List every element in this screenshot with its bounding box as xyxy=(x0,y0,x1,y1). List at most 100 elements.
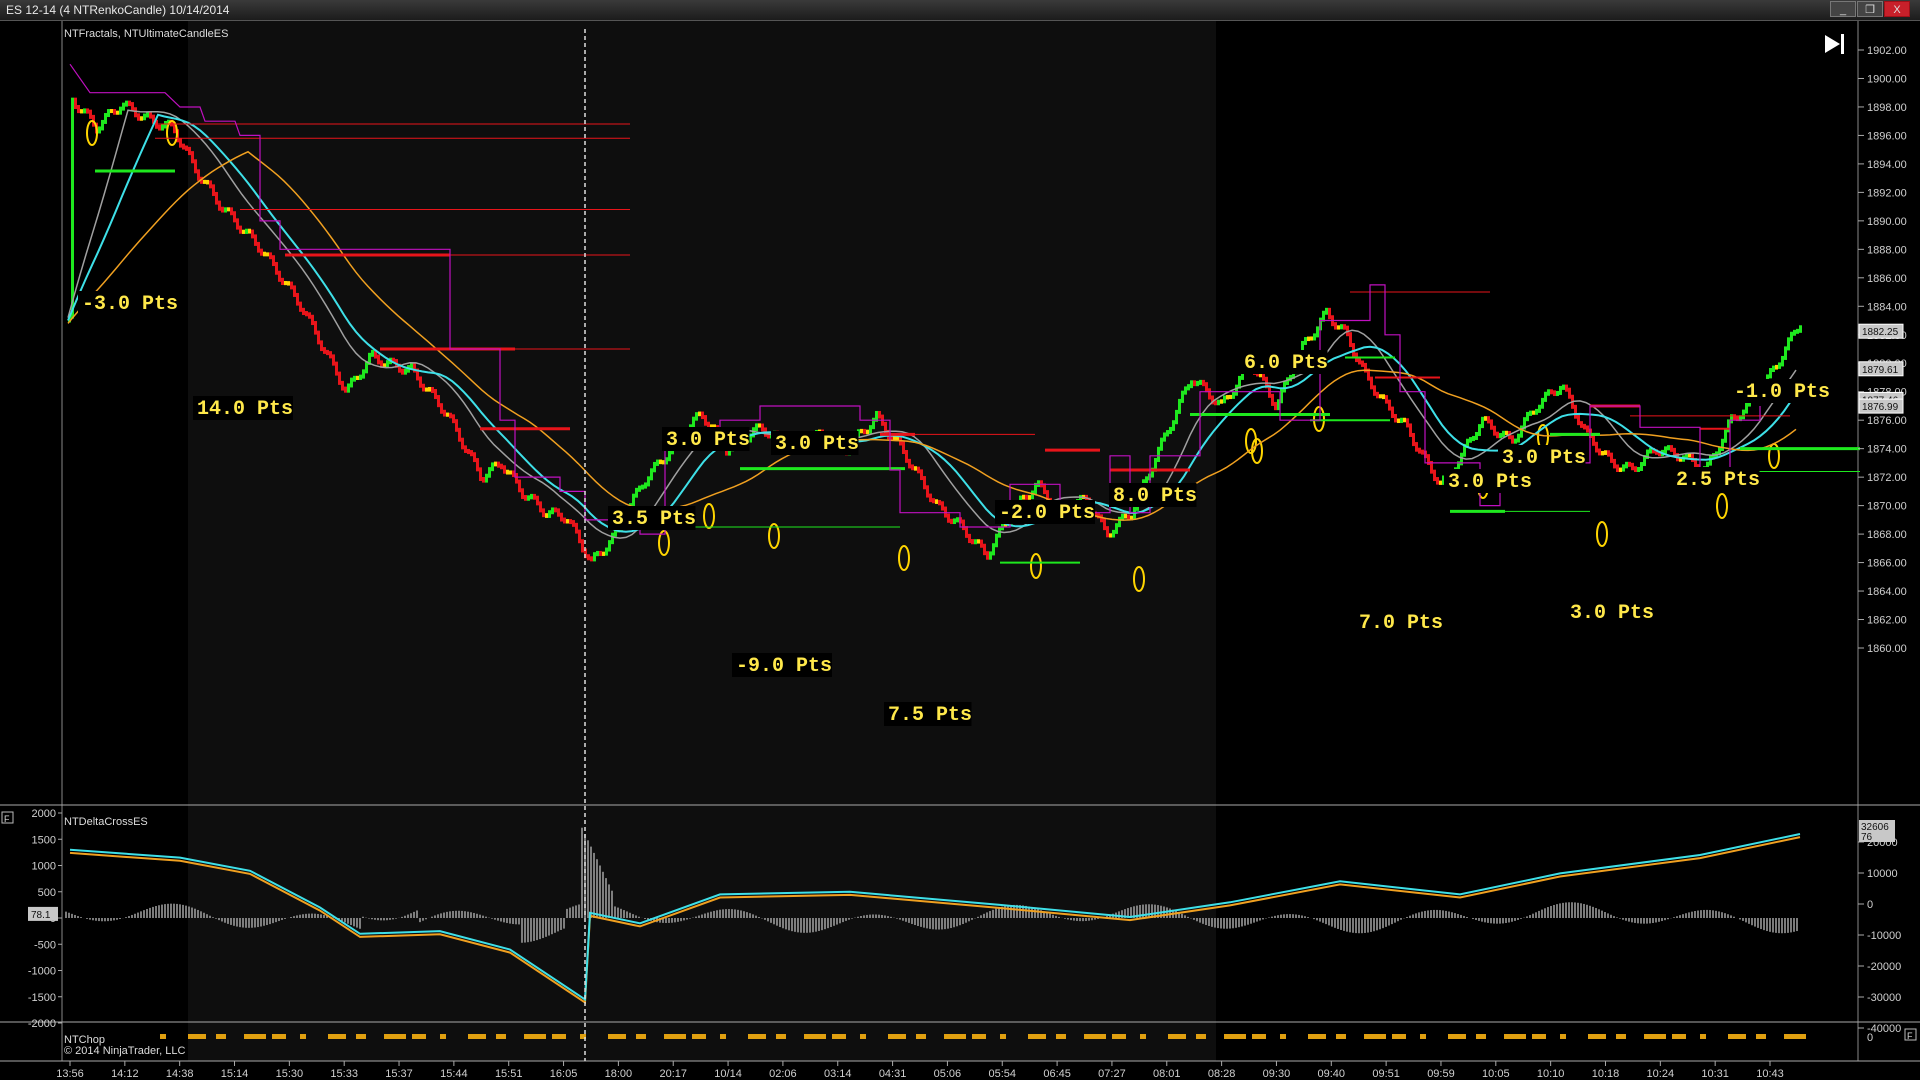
renko-brick xyxy=(932,498,935,504)
renko-brick xyxy=(1775,364,1778,370)
renko-brick xyxy=(485,473,488,483)
renko-brick xyxy=(1625,461,1628,469)
delta-right-tick-label: -20000 xyxy=(1867,961,1901,973)
renko-brick xyxy=(1496,431,1499,439)
renko-brick xyxy=(1502,430,1505,438)
renko-brick xyxy=(1544,391,1547,402)
renko-brick xyxy=(110,109,113,114)
chop-segment xyxy=(720,1034,726,1039)
renko-brick xyxy=(494,461,497,467)
time-tick-label: 10/14 xyxy=(714,1068,742,1080)
chop-segment xyxy=(440,1034,446,1039)
chop-segment xyxy=(832,1034,846,1039)
renko-brick xyxy=(227,207,230,212)
renko-brick xyxy=(1178,398,1181,414)
panel-menu-icon[interactable]: F xyxy=(1904,1028,1917,1041)
renko-brick xyxy=(446,412,449,417)
chop-segment xyxy=(608,1034,626,1039)
renko-brick xyxy=(332,354,335,366)
delta-tick-label: -1500 xyxy=(28,992,56,1004)
chop-segment xyxy=(664,1034,686,1039)
renko-brick xyxy=(920,469,923,481)
chop-segment xyxy=(244,1034,266,1039)
delta-right-tick-label: 10000 xyxy=(1867,868,1898,880)
renko-brick xyxy=(1490,419,1493,430)
renko-brick xyxy=(1397,418,1400,424)
renko-brick xyxy=(482,477,485,483)
renko-brick xyxy=(134,107,137,118)
renko-brick xyxy=(305,311,308,317)
trade-label: 3.5 Pts xyxy=(612,508,696,531)
minimize-button[interactable]: _ xyxy=(1830,1,1856,17)
renko-brick xyxy=(569,519,572,525)
renko-brick xyxy=(479,467,482,482)
delta-panel-title: NTDeltaCrossES xyxy=(64,816,148,828)
window-title: ES 12-14 (4 NTRenkoCandle) 10/14/2014 xyxy=(6,3,230,17)
renko-brick xyxy=(449,412,452,419)
renko-brick xyxy=(956,517,959,523)
time-tick-label: 13:56 xyxy=(56,1068,84,1080)
renko-brick xyxy=(929,493,932,503)
time-tick-label: 10:10 xyxy=(1537,1068,1565,1080)
renko-brick xyxy=(347,383,350,393)
price-tick-label: 1884.00 xyxy=(1867,301,1907,313)
time-tick-label: 15:33 xyxy=(330,1068,358,1080)
renko-brick xyxy=(860,428,863,434)
renko-brick xyxy=(551,507,554,515)
renko-brick xyxy=(1037,480,1040,487)
renko-brick xyxy=(1304,337,1307,345)
chop-segment xyxy=(1504,1034,1526,1039)
renko-brick xyxy=(1196,380,1199,387)
renko-brick xyxy=(284,280,287,286)
renko-brick xyxy=(1334,322,1337,330)
renko-brick xyxy=(1601,450,1604,456)
chop-segment xyxy=(1588,1034,1606,1039)
renko-brick xyxy=(644,482,647,489)
renko-brick xyxy=(119,106,122,115)
renko-brick xyxy=(1724,428,1727,443)
renko-brick xyxy=(521,488,524,500)
renko-brick xyxy=(1514,438,1517,444)
renko-brick xyxy=(542,508,545,518)
window-titlebar: ES 12-14 (4 NTRenkoCandle) 10/14/2014 _ … xyxy=(0,0,1920,21)
renko-brick xyxy=(1328,307,1331,320)
renko-brick xyxy=(1622,464,1625,472)
renko-brick xyxy=(281,277,284,285)
renko-brick xyxy=(1361,360,1364,367)
chop-segment xyxy=(1252,1034,1266,1039)
chop-segment xyxy=(1336,1034,1346,1039)
close-button[interactable]: X xyxy=(1884,1,1910,17)
time-tick-label: 06:45 xyxy=(1043,1068,1071,1080)
trade-label: 3.0 Pts xyxy=(775,433,859,456)
renko-brick xyxy=(944,506,947,518)
renko-brick xyxy=(188,146,191,156)
renko-brick xyxy=(602,551,605,556)
renko-brick xyxy=(554,507,557,513)
delta-left-marker-label: 78.1 xyxy=(31,910,51,921)
renko-brick xyxy=(1664,446,1667,454)
chop-segment xyxy=(1672,1034,1686,1039)
chop-segment xyxy=(692,1034,706,1039)
price-tick-label: 1876.00 xyxy=(1867,415,1907,427)
renko-brick xyxy=(434,389,437,400)
renko-brick xyxy=(419,376,422,388)
renko-brick xyxy=(971,539,974,545)
renko-brick xyxy=(1043,483,1046,495)
chart-area[interactable]: -3.0 Pts 14.0 Pts 3.0 Pts 3.0 Pts 3.5 Pts -9.… xyxy=(0,21,1920,1080)
renko-brick xyxy=(1469,437,1472,443)
renko-brick xyxy=(290,281,293,290)
chop-segment xyxy=(888,1034,906,1039)
restore-button[interactable]: ❒ xyxy=(1857,1,1883,17)
time-tick-label: 09:40 xyxy=(1318,1068,1346,1080)
chop-segment xyxy=(1308,1034,1326,1039)
delta-tick-label: -2000 xyxy=(28,1018,56,1030)
renko-brick xyxy=(350,377,353,388)
chop-segment xyxy=(1028,1034,1046,1039)
renko-brick xyxy=(137,113,140,121)
renko-brick xyxy=(320,340,323,352)
renko-brick xyxy=(413,363,416,373)
renko-brick xyxy=(218,200,221,211)
renko-brick xyxy=(650,468,653,481)
panel-menu-icon[interactable]: F xyxy=(1,811,14,824)
renko-brick xyxy=(239,225,242,234)
